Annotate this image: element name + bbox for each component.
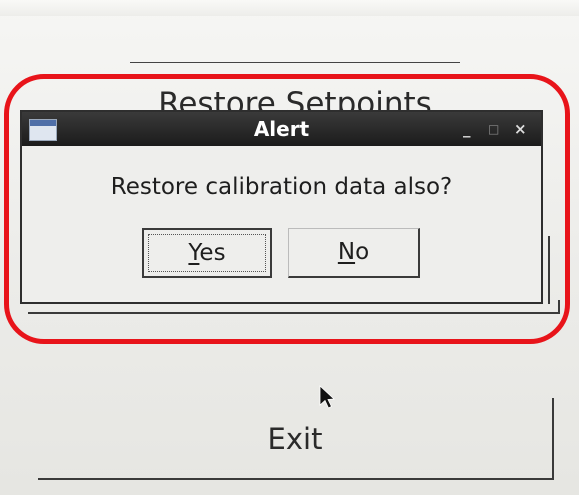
exit-button[interactable]: Exit bbox=[38, 398, 554, 480]
red-highlight-annotation bbox=[4, 74, 570, 344]
exit-label: Exit bbox=[267, 422, 323, 456]
screen-top-edge bbox=[0, 0, 579, 16]
screen: Restore Setpoints Exit Alert _ □ × Resto… bbox=[0, 0, 579, 495]
mouse-pointer-icon bbox=[319, 385, 335, 409]
